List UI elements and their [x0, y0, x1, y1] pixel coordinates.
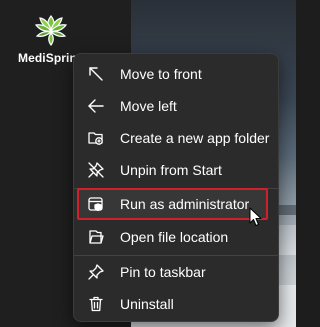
mouse-cursor-icon: [249, 207, 262, 226]
arrow-up-left-icon: [87, 65, 105, 83]
menu-item-label: Run as administrator: [120, 196, 250, 212]
shield-window-icon: [87, 195, 105, 213]
menu-divider: [74, 255, 278, 256]
menu-item-unpin-from-start[interactable]: Unpin from Start: [78, 155, 274, 185]
menu-item-uninstall[interactable]: Uninstall: [78, 289, 274, 319]
menu-item-pin-to-taskbar[interactable]: Pin to taskbar: [78, 257, 274, 287]
arrow-left-icon: [87, 97, 105, 115]
menu-item-label: Pin to taskbar: [120, 264, 206, 280]
menu-item-move-left[interactable]: Move left: [78, 91, 274, 121]
menu-item-label: Move left: [120, 98, 177, 114]
folder-open-icon: [87, 228, 105, 246]
context-menu: Move to front Move left Create a new app…: [73, 53, 279, 322]
menu-item-run-as-administrator[interactable]: Run as administrator: [78, 189, 274, 219]
menu-item-create-app-folder[interactable]: Create a new app folder: [78, 123, 274, 153]
lotus-flower-icon: [34, 15, 68, 47]
unpin-icon: [87, 161, 105, 179]
menu-item-open-file-location[interactable]: Open file location: [78, 222, 274, 252]
menu-item-label: Move to front: [120, 66, 202, 82]
menu-item-label: Unpin from Start: [120, 162, 222, 178]
menu-item-move-to-front[interactable]: Move to front: [78, 59, 274, 89]
menu-item-label: Uninstall: [120, 296, 174, 312]
menu-item-label: Create a new app folder: [120, 130, 270, 146]
pin-icon: [87, 263, 105, 281]
trash-icon: [87, 295, 105, 313]
folder-add-icon: [87, 129, 105, 147]
menu-item-label: Open file location: [120, 229, 229, 245]
